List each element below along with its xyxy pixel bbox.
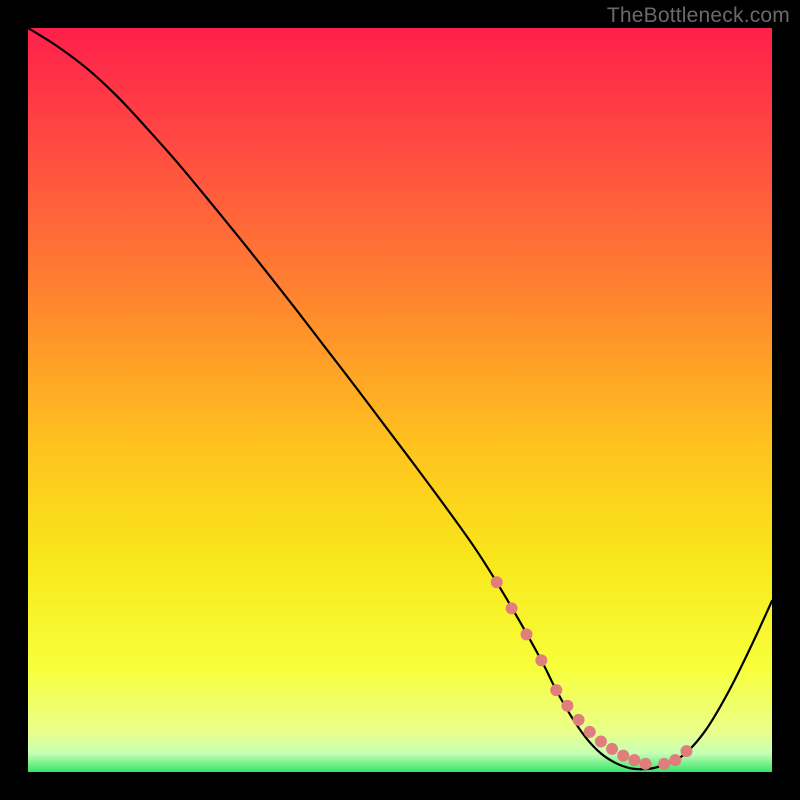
- valley-marker: [658, 758, 670, 770]
- valley-marker: [573, 714, 585, 726]
- valley-marker: [595, 735, 607, 747]
- valley-marker: [640, 758, 652, 770]
- chart-container: TheBottleneck.com: [0, 0, 800, 800]
- valley-marker: [491, 576, 503, 588]
- chart-svg: [0, 0, 800, 800]
- valley-marker: [550, 684, 562, 696]
- valley-marker: [561, 700, 573, 712]
- valley-marker: [506, 602, 518, 614]
- valley-marker: [606, 743, 618, 755]
- valley-marker: [617, 750, 629, 762]
- valley-marker: [680, 745, 692, 757]
- watermark-text: TheBottleneck.com: [607, 4, 790, 28]
- plot-background: [28, 28, 772, 772]
- valley-marker: [535, 654, 547, 666]
- valley-marker: [520, 628, 532, 640]
- valley-marker: [628, 754, 640, 766]
- valley-marker: [584, 726, 596, 738]
- valley-marker: [669, 754, 681, 766]
